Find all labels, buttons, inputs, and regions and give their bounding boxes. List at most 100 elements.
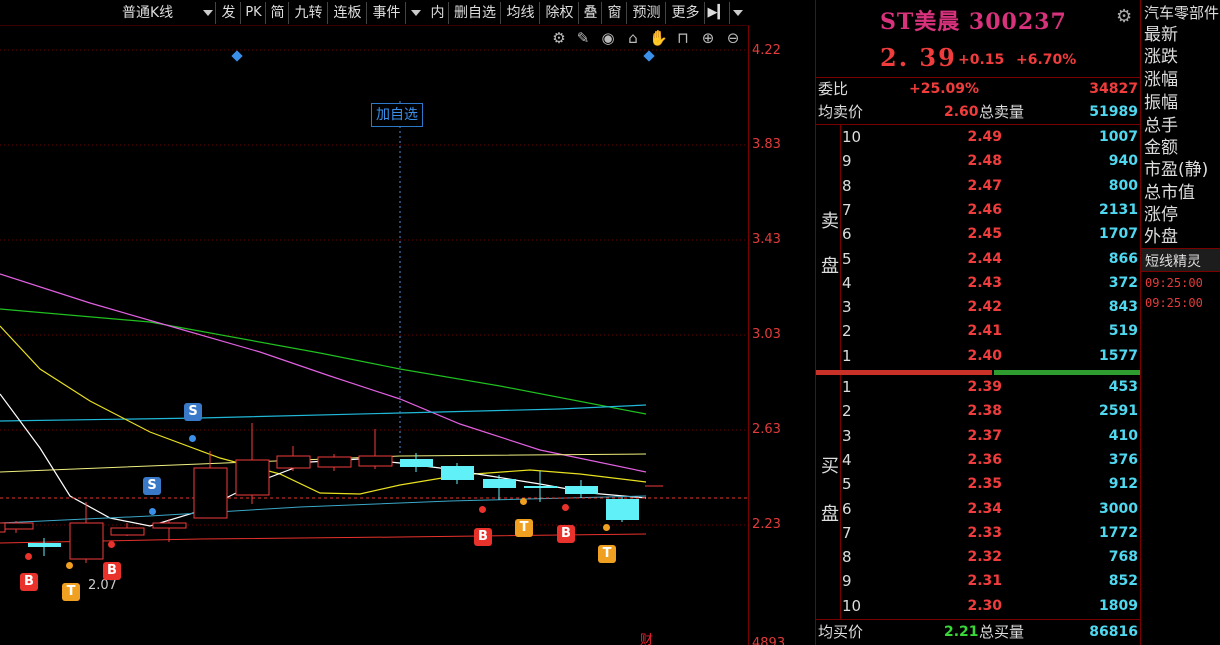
ask-price: 2.41 <box>967 323 1002 340</box>
wei-row: 委比 +25.09% 34827 <box>816 77 1141 101</box>
hand-icon[interactable]: ✋ <box>649 29 668 47</box>
toolbar-btn-events[interactable]: 事件 <box>368 2 406 24</box>
events-dropdown-icon[interactable] <box>411 10 421 16</box>
bid-price: 2.39 <box>967 379 1002 395</box>
stock-header: ST美晨 300237 ⚙ 2. 39 +0.15 +6.70% <box>816 0 1141 78</box>
gear-icon[interactable]: ⚙ <box>1116 6 1132 27</box>
candle-body <box>441 466 474 480</box>
ask-price: 2.47 <box>967 177 1002 194</box>
info-pe: 市盈(静) <box>1144 160 1209 180</box>
divider <box>840 124 841 370</box>
signal-sell-icon[interactable]: S <box>184 403 202 421</box>
signal-t-icon[interactable]: T <box>515 519 533 537</box>
bid-level: 4 <box>842 450 852 469</box>
toolbar-btn-lianban[interactable]: 连板 <box>329 2 367 24</box>
signal-t-icon[interactable]: T <box>62 583 80 601</box>
settings-icon[interactable]: ⚙ <box>550 29 568 47</box>
zoom-in-icon[interactable]: ⊕ <box>699 29 717 47</box>
ask-row[interactable]: 7 2.46 2131 <box>842 198 1141 222</box>
toolbar-btn-more[interactable]: 更多 <box>667 2 705 24</box>
bid-row[interactable]: 8 2.32 768 <box>842 545 1141 569</box>
toolbar-btn-simple[interactable]: 简 <box>267 2 289 24</box>
zoom-out-icon[interactable]: ⊖ <box>724 29 742 47</box>
signal-buy-icon[interactable]: B <box>20 573 38 591</box>
spirit-time[interactable]: 09:25:00 <box>1145 276 1203 290</box>
bid-row[interactable]: 7 2.33 1772 <box>842 521 1141 545</box>
ask-volume: 800 <box>1108 177 1138 194</box>
toolbar-btn-remove-watch[interactable]: 删自选 <box>450 2 501 24</box>
candle-body <box>235 459 270 496</box>
divider <box>840 375 841 619</box>
toolbar-btn-ma[interactable]: 均线 <box>502 2 540 24</box>
bid-row[interactable]: 9 2.31 852 <box>842 569 1141 593</box>
ask-volume: 1007 <box>1099 129 1138 145</box>
signal-buy-icon[interactable]: B <box>557 525 575 543</box>
collapse-arrow-icon[interactable]: ▶▎ <box>706 2 730 24</box>
spirit-time[interactable]: 09:25:00 <box>1145 296 1203 310</box>
avg-buy-value: 2.21 <box>944 624 979 640</box>
signal-buy-icon[interactable]: B <box>103 562 121 580</box>
bid-price: 2.38 <box>967 403 1002 420</box>
bid-level: 10 <box>842 596 862 615</box>
info-column: 汽车零部件 最新 涨跌 涨幅 振幅 总手 金额 市盈(静) 总市值 涨停 外盘 … <box>1140 0 1220 645</box>
ma-teal-line <box>0 495 647 524</box>
buy-side-label-2: 盘 <box>821 504 839 525</box>
bid-row[interactable]: 10 2.30 1809 <box>842 594 1141 618</box>
industry-label[interactable]: 汽车零部件 <box>1144 2 1219 24</box>
chevron-down-icon[interactable] <box>203 10 213 16</box>
signal-dot <box>149 508 156 515</box>
price-tick: 4893 <box>752 636 786 645</box>
info-amplitude: 振幅 <box>1144 93 1178 113</box>
bid-price: 2.32 <box>967 549 1002 566</box>
info-change: 涨跌 <box>1144 47 1178 67</box>
bank-icon[interactable]: ⌂ <box>624 29 642 47</box>
toolbar-dropdown-icon[interactable] <box>733 10 743 16</box>
toolbar-btn-nei[interactable]: 内 <box>427 2 449 24</box>
signal-sell-icon[interactable]: S <box>143 477 161 495</box>
info-volume: 总手 <box>1144 116 1178 136</box>
ask-row[interactable]: 2 2.41 519 <box>842 319 1141 343</box>
toolbar-btn-jiuzhuan[interactable]: 九转 <box>290 2 328 24</box>
bid-row[interactable]: 5 2.35 912 <box>842 472 1141 496</box>
bid-row[interactable]: 3 2.37 410 <box>842 424 1141 448</box>
ktype-select[interactable]: 普通K线 <box>86 2 216 24</box>
toolbar-btn-overlay[interactable]: 叠 <box>580 2 602 24</box>
bid-row[interactable]: 6 2.34 3000 <box>842 497 1141 521</box>
bid-price: 2.34 <box>967 500 1002 517</box>
lock-icon[interactable]: ⊓ <box>674 29 692 47</box>
ask-price: 2.48 <box>967 153 1002 170</box>
kline-chart[interactable]: 2.07 财 S S B T B B T B T 加自选 <box>0 26 748 645</box>
price-tick: 3.83 <box>752 137 781 152</box>
bid-volume: 768 <box>1108 549 1138 566</box>
ask-row[interactable]: 9 2.48 940 <box>842 149 1141 173</box>
ask-row[interactable]: 10 2.49 1007 <box>842 125 1141 149</box>
finance-marker[interactable]: 财 <box>640 629 653 645</box>
toolbar-btn-fa[interactable]: 发 <box>217 2 241 24</box>
pen-icon[interactable]: ✎ <box>574 29 592 47</box>
ask-row[interactable]: 6 2.45 1707 <box>842 222 1141 246</box>
candle-body <box>152 522 187 529</box>
quote-panel: ST美晨 300237 ⚙ 2. 39 +0.15 +6.70% 委比 +25.… <box>815 0 1141 645</box>
signal-buy-icon[interactable]: B <box>474 528 492 546</box>
ask-row[interactable]: 8 2.47 800 <box>842 174 1141 198</box>
ask-row[interactable]: 3 2.42 843 <box>842 295 1141 319</box>
add-to-watchlist-button[interactable]: 加自选 <box>371 103 423 127</box>
ask-level: 6 <box>842 225 852 244</box>
bid-row[interactable]: 1 2.39 453 <box>842 375 1141 399</box>
ask-row[interactable]: 1 2.40 1577 <box>842 344 1141 368</box>
toolbar-btn-window[interactable]: 窗 <box>603 2 627 24</box>
signal-t-icon[interactable]: T <box>598 545 616 563</box>
ask-row[interactable]: 4 2.43 372 <box>842 271 1141 295</box>
candle-body <box>276 455 311 469</box>
ma20-line <box>0 273 647 473</box>
bid-row[interactable]: 2 2.38 2591 <box>842 399 1141 423</box>
short-spirit-header[interactable]: 短线精灵 <box>1141 248 1220 272</box>
ask-row[interactable]: 5 2.44 866 <box>842 247 1141 271</box>
toolbar-btn-pk[interactable]: PK <box>242 2 266 24</box>
toolbar-btn-exright[interactable]: 除权 <box>541 2 579 24</box>
eye-icon[interactable]: ◉ <box>599 29 617 47</box>
bid-row[interactable]: 4 2.36 376 <box>842 448 1141 472</box>
toolbar-btn-predict[interactable]: 预测 <box>628 2 666 24</box>
low-price-label: 2.07 <box>88 578 117 593</box>
candle-body <box>400 459 433 467</box>
